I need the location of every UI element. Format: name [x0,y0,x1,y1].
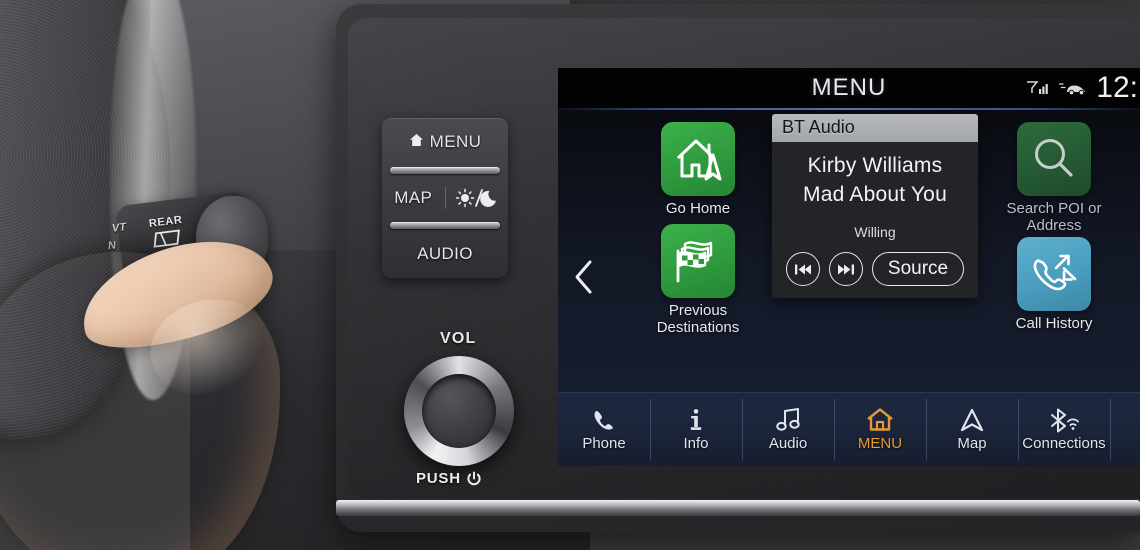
nav-label-phone: Phone [582,434,626,452]
skip-previous-icon [794,264,811,274]
search-poi-label-line1: Search POI or [1006,200,1102,217]
bt-audio-body: Kirby Williams Mad About You Willing Sou… [772,142,978,298]
button-divider-bottom [390,222,500,230]
car-icon [1059,83,1086,96]
physical-audio-button[interactable]: AUDIO [382,229,508,278]
push-power-label: PUSH [416,470,482,487]
push-text: PUSH [416,470,461,487]
physical-map-daynight-row: MAP [382,174,508,223]
nav-item-map[interactable]: Map [926,393,1018,466]
signal-bars-icon [1027,81,1049,94]
infotainment-screen[interactable]: MENU 12: Go Home Previous Destinations B… [558,68,1140,466]
call-history-label: Call History [1015,314,1093,332]
bt-audio-album: Willing [854,224,896,240]
nav-label-connections: Connections [1022,434,1106,452]
nav-item-audio[interactable]: Audio [742,393,834,466]
previous-track-button[interactable] [785,252,820,286]
home-icon [409,132,424,152]
bt-audio-header: BT Audio [772,114,978,142]
skip-next-icon [837,264,854,274]
physical-menu-button[interactable]: MENU [382,118,508,167]
menu-main-area: Go Home Previous Destinations BT Audio K… [558,110,1140,428]
clock: 12: [1096,71,1138,104]
nav-item-menu[interactable]: MENU [834,393,926,466]
physical-menu-label: MENU [429,132,482,152]
status-bar-right: 12: [1026,68,1140,108]
screen-title: MENU [811,74,887,101]
nav-item-phone[interactable]: Phone [558,393,650,466]
physical-daynight-button[interactable] [446,188,509,208]
search-poi-label-line2: Address [1026,216,1082,234]
sun-moon-icon [455,188,496,208]
volume-knob[interactable] [404,356,514,466]
bt-audio-widget[interactable]: BT Audio Kirby Williams Mad About You Wi… [772,114,978,298]
bt-audio-controls: Source [785,252,965,286]
nav-label-menu: MENU [857,434,903,452]
stalk-micro-label-1: VT [111,221,127,235]
head-unit-bottom-trim [336,500,1140,516]
nav-item-connections[interactable]: Connections [1018,393,1110,466]
navigation-arrow-icon [960,408,984,431]
power-icon [467,471,481,485]
search-poi-tile-icon-box [1017,122,1091,196]
button-divider-top [390,166,500,174]
physical-map-button[interactable]: MAP [382,188,445,208]
tile-search-poi[interactable]: Search POI or Address [972,122,1136,235]
nav-item-partial-cutoff[interactable] [1110,393,1140,466]
go-home-tile-icon-box [661,122,735,196]
chevron-left-icon [575,260,592,294]
volume-knob-center[interactable] [422,374,496,448]
previous-destinations-label-line2: Destinations [656,318,740,336]
nav-item-info[interactable]: Info [650,393,742,466]
stalk-micro-label-2: N [107,239,117,253]
nav-label-audio: Audio [768,434,808,452]
previous-destinations-label: Previous Destinations [656,301,740,337]
volume-label: VOL [440,330,477,347]
call-history-tile-icon-box [1017,236,1091,311]
music-note-icon [776,407,800,431]
bt-audio-track: Mad About You [803,183,947,206]
previous-destinations-label-line1: Previous [668,301,728,319]
tile-call-history[interactable]: Call History [972,236,1136,333]
search-poi-label: Search POI or Address [1006,200,1102,235]
tile-previous-destinations[interactable]: Previous Destinations [618,223,778,337]
previous-destinations-tile-icon-box [661,223,735,298]
status-bar: MENU 12: [558,68,1140,108]
home-icon [867,407,893,431]
physical-button-cluster: MENU MAP AUDIO [382,118,508,278]
bottom-nav-bar: Phone Info Audio MENU Map Connections [558,392,1140,466]
checkered-flags-icon [676,241,713,283]
back-page-button[interactable] [574,260,594,294]
next-track-button[interactable] [828,252,863,286]
magnifier-icon [1035,139,1073,177]
tile-go-home[interactable]: Go Home [618,122,778,218]
right-tile-column: Search POI or Address Call History [972,122,1136,332]
go-home-label: Go Home [665,200,731,217]
phone-icon [594,410,613,430]
phone-inout-icon [1033,254,1077,290]
info-icon [690,408,702,430]
bluetooth-wifi-icon [1051,408,1079,432]
nav-label-info: Info [683,434,709,452]
left-tile-column: Go Home Previous Destinations [618,122,778,336]
home-nav-icon [676,139,722,181]
bt-audio-artist: Kirby Williams [807,154,943,177]
nav-label-map: Map [957,434,987,452]
source-button[interactable]: Source [871,252,965,286]
